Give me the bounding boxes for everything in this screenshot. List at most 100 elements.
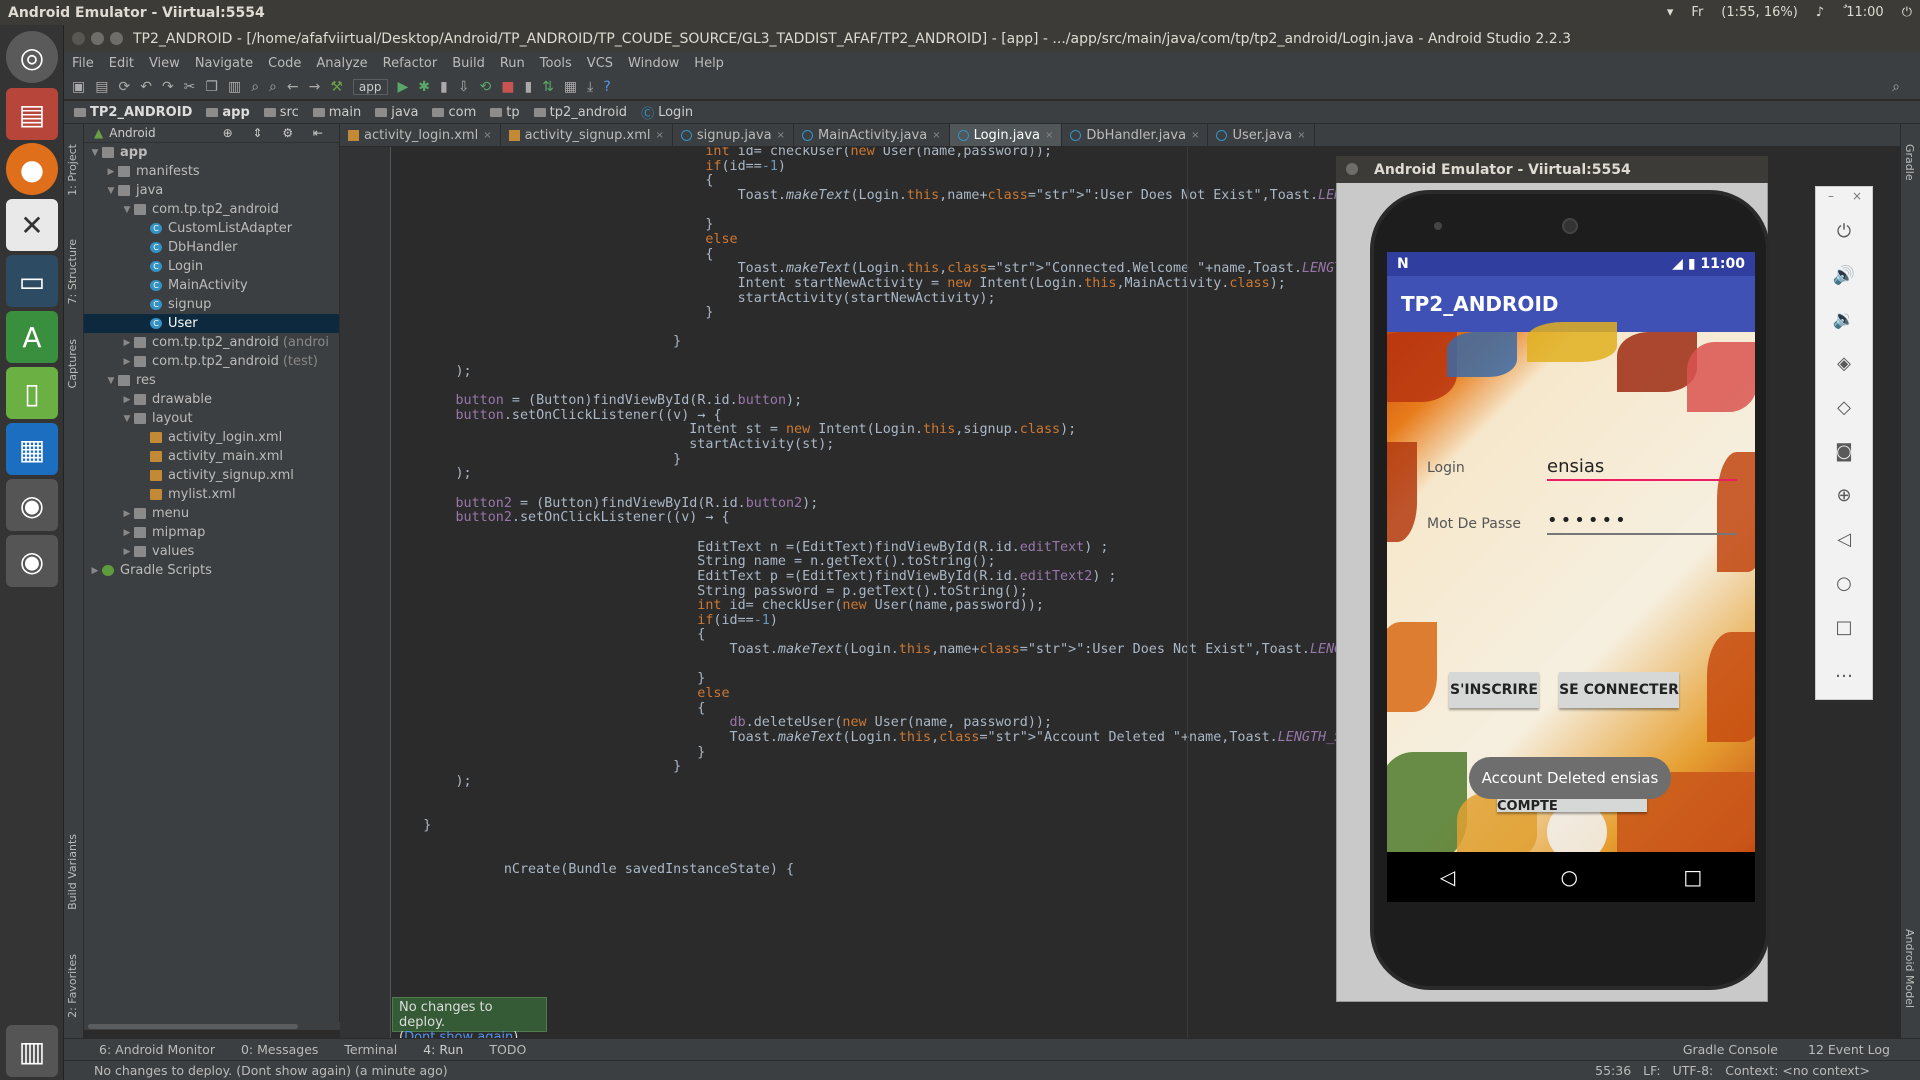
menu-item[interactable]: Navigate <box>195 56 253 71</box>
run-config-select[interactable]: app <box>352 78 388 95</box>
editor-tab[interactable]: MainActivity.java × <box>794 124 950 146</box>
home-icon[interactable]: ○ <box>1816 573 1872 594</box>
os-clock[interactable]: ٌ 11:00 <box>1842 5 1884 20</box>
tree-item[interactable]: mylist.xml <box>84 485 339 504</box>
expand-arrow-icon[interactable]: ▶ <box>120 357 134 367</box>
close-icon[interactable]: × <box>1852 189 1862 203</box>
menu-item[interactable]: View <box>149 56 180 71</box>
tree-item[interactable]: ▶ Gradle Scripts <box>84 561 339 580</box>
tree-item[interactable]: ▶ drawable <box>84 390 339 409</box>
apply-changes-icon[interactable]: ⟲ <box>479 79 491 95</box>
context-indicator[interactable]: Context: <no context> <box>1725 1063 1870 1078</box>
menu-item[interactable]: Code <box>268 56 301 71</box>
tree-item[interactable]: ▼ com.tp.tp2_android <box>84 200 339 219</box>
keyboard-layout[interactable]: Fr <box>1691 5 1703 20</box>
battery-status[interactable]: (1:55, 16%) <box>1721 5 1798 20</box>
search-everywhere-icon[interactable]: ⌕ <box>1892 79 1900 95</box>
tool-terminal[interactable]: Terminal <box>344 1042 397 1057</box>
files-icon[interactable]: ▤ <box>6 88 58 140</box>
expand-arrow-icon[interactable]: ▶ <box>120 547 134 557</box>
maximize-window-icon[interactable] <box>110 32 123 45</box>
menu-item[interactable]: File <box>72 56 94 71</box>
menu-item[interactable]: VCS <box>587 56 613 71</box>
tool-tab-android-model[interactable]: Android Model <box>1903 929 1916 1008</box>
terminal-icon[interactable]: ▭ <box>6 255 58 307</box>
firefox-icon[interactable]: ● <box>6 143 58 195</box>
help-icon[interactable]: ? <box>603 79 610 95</box>
tool-android-monitor[interactable]: 6: Android Monitor <box>99 1042 215 1057</box>
tree-item[interactable]: C User <box>84 314 339 333</box>
expand-arrow-icon[interactable]: ▶ <box>120 338 134 348</box>
breadcrumb-item[interactable]: TP2_ANDROID <box>74 105 192 120</box>
tool-tab-captures[interactable]: Captures <box>66 339 79 388</box>
code-editor[interactable]: int id= checkUser(new User(name,password… <box>391 147 1336 1039</box>
close-tab-icon[interactable]: × <box>1045 130 1053 141</box>
tree-item[interactable]: ▶ values <box>84 542 339 561</box>
expand-arrow-icon[interactable]: ▼ <box>104 186 118 196</box>
disk-icon-2[interactable]: ◉ <box>6 535 58 587</box>
editor-tab[interactable]: User.java × <box>1208 124 1315 146</box>
volume-up-icon[interactable]: 🔊 <box>1816 265 1872 286</box>
tree-item[interactable]: activity_main.xml <box>84 447 339 466</box>
expand-arrow-icon[interactable]: ▼ <box>120 414 134 424</box>
tree-item[interactable]: C MainActivity <box>84 276 339 295</box>
expand-arrow-icon[interactable]: ▶ <box>104 167 118 177</box>
rotate-right-icon[interactable]: ◇ <box>1816 397 1872 418</box>
gradle-sync-icon[interactable]: ⇅ <box>542 79 554 95</box>
undo-icon[interactable]: ↶ <box>140 79 152 95</box>
minimize-window-icon[interactable] <box>91 32 104 45</box>
cut-icon[interactable]: ✂ <box>184 79 196 95</box>
connect-button[interactable]: SE CONNECTER <box>1559 672 1679 708</box>
breadcrumb-item[interactable]: com <box>432 105 476 120</box>
tree-item[interactable]: Csignup <box>84 295 339 314</box>
tool-event-log[interactable]: 12 Event Log <box>1808 1042 1890 1057</box>
trash-icon[interactable]: ▥ <box>6 1025 58 1077</box>
open-icon[interactable]: ▣ <box>72 79 85 95</box>
editor-tab[interactable]: signup.java × <box>673 124 795 146</box>
project-horizontal-scrollbar[interactable] <box>84 1022 340 1030</box>
tool-tab-structure[interactable]: 7: Structure <box>66 239 79 304</box>
paste-icon[interactable]: ▥ <box>228 79 241 95</box>
menu-item[interactable]: Tools <box>540 56 572 71</box>
close-tab-icon[interactable]: × <box>777 130 785 141</box>
coverage-icon[interactable]: ▮ <box>440 79 448 95</box>
project-view-select[interactable]: Android <box>109 126 155 140</box>
emulator-icon[interactable]: ▯ <box>6 367 58 419</box>
disk-icon-1[interactable]: ◉ <box>6 479 58 531</box>
copy-icon[interactable]: ❐ <box>205 79 218 95</box>
volume-icon[interactable]: ♪ <box>1816 5 1824 20</box>
tool-messages[interactable]: 0: Messages <box>241 1042 318 1057</box>
dash-icon[interactable]: ◎ <box>6 31 58 83</box>
breadcrumb-item[interactable]: app <box>206 105 250 120</box>
back-icon[interactable]: ◁ <box>1816 529 1872 550</box>
forward-nav-icon[interactable]: → <box>309 79 321 95</box>
breadcrumb-item[interactable]: main <box>312 105 361 120</box>
close-tab-icon[interactable]: × <box>655 130 663 141</box>
tree-item[interactable]: ▶ com.tp.tp2_android (test) <box>84 352 339 371</box>
menu-item[interactable]: Analyze <box>316 56 367 71</box>
breadcrumb-item[interactable]: Ⓒ Login <box>641 103 693 122</box>
volume-down-icon[interactable]: 🔉 <box>1816 309 1872 330</box>
tool-tab-favorites[interactable]: 2: Favorites <box>66 954 79 1018</box>
stop-icon[interactable]: ■ <box>501 79 514 95</box>
tree-item[interactable]: ▼ layout <box>84 409 339 428</box>
tree-item[interactable]: activity_login.xml <box>84 428 339 447</box>
login-input[interactable]: ensias <box>1547 456 1737 481</box>
tree-item[interactable]: ▶ com.tp.tp2_android (androi <box>84 333 339 352</box>
caret-position[interactable]: 55:36 <box>1595 1063 1631 1078</box>
status-message[interactable]: No changes to deploy. (Dont show again) … <box>94 1063 448 1078</box>
tree-item[interactable]: ▼ java <box>84 181 339 200</box>
device-screen[interactable]: N ◢ ▮ 11:00 TP2_ANDROID Login ensias Mot… <box>1387 252 1755 902</box>
sync-icon[interactable]: ⟳ <box>118 79 130 95</box>
close-tab-icon[interactable]: × <box>483 130 491 141</box>
expand-arrow-icon[interactable]: ▶ <box>120 509 134 519</box>
workspace-icon[interactable]: ▦ <box>6 423 58 475</box>
menu-item[interactable]: Window <box>628 56 679 71</box>
make-project-icon[interactable]: ⚒ <box>330 79 343 95</box>
tree-item[interactable]: ▶ manifests <box>84 162 339 181</box>
save-icon[interactable]: ▤ <box>95 79 108 95</box>
power-icon[interactable]: ⏻ <box>1816 221 1872 242</box>
tool-run[interactable]: 4: Run <box>423 1042 463 1057</box>
wifi-icon[interactable]: ▾ <box>1667 5 1674 20</box>
tree-item[interactable]: C CustomListAdapter <box>84 219 339 238</box>
